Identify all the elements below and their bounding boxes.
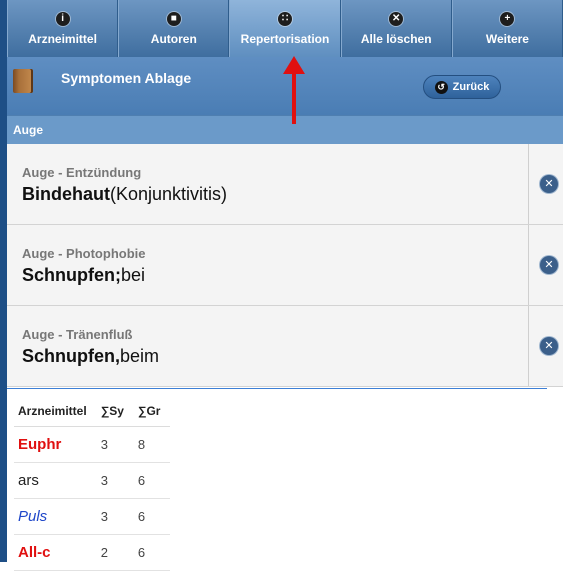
symptom-content: Auge - Entzündung Bindehaut(Konjunktivit… <box>7 144 529 224</box>
tab-autoren[interactable]: ■ Autoren <box>118 0 230 57</box>
sum-grade: 8 <box>133 426 171 463</box>
tab-repertorisation[interactable]: ∷ Repertorisation <box>229 0 341 57</box>
sum-symptoms: 3 <box>96 426 134 463</box>
symptom-keyword: Bindehaut <box>22 184 110 204</box>
column-header: Arzneimittel <box>14 396 97 427</box>
top-toolbar: i Arzneimittel ■ Autoren ∷ Repertorisati… <box>7 0 563 58</box>
left-border <box>0 0 7 562</box>
tab-label: Repertorisation <box>240 31 330 46</box>
page-title: Symptomen Ablage <box>61 70 192 86</box>
tab-arzneimittel[interactable]: i Arzneimittel <box>7 0 119 57</box>
table-row[interactable]: All-c 2 6 <box>14 534 171 571</box>
tab-weitere[interactable]: + Weitere <box>451 0 563 57</box>
sum-grade: 6 <box>133 462 171 499</box>
remedy-name[interactable]: ars <box>14 462 97 499</box>
tab-label: Alle löschen <box>360 31 432 46</box>
symptom-keyword: Schnupfen, <box>22 346 120 366</box>
remedy-name[interactable]: Puls <box>14 498 97 535</box>
column-header: ∑Gr <box>133 396 171 427</box>
tab-label: Arzneimittel <box>28 31 97 46</box>
remedy-name[interactable]: All-c <box>14 534 97 571</box>
delete-icon[interactable]: ✕ <box>540 337 558 355</box>
tab-label: Autoren <box>150 31 197 46</box>
app-frame: i Arzneimittel ■ Autoren ∷ Repertorisati… <box>0 0 563 571</box>
table-row[interactable]: ars 3 6 <box>14 462 171 499</box>
symptom-text: Schnupfen;bei <box>22 265 145 286</box>
table-row[interactable]: Euphr 3 8 <box>14 426 171 463</box>
tab-label: Weitere <box>485 31 529 46</box>
close-circle-icon: ✕ <box>389 11 404 26</box>
grid-icon: ∷ <box>278 11 292 26</box>
symptom-row[interactable]: Auge - Entzündung Bindehaut(Konjunktivit… <box>7 144 563 225</box>
remedy-table: Arzneimittel ∑Sy ∑Gr Euphr 3 8 ars 3 6 Puls 3 6 A… <box>14 396 171 571</box>
symptom-row[interactable]: Auge - Photophobie Schnupfen;bei ✕ <box>7 225 563 306</box>
divider <box>7 388 547 389</box>
sum-grade: 6 <box>133 498 171 535</box>
book-icon <box>13 69 33 93</box>
back-button-label: Zurück <box>452 81 490 93</box>
symptom-category: Auge - Photophobie <box>22 246 146 261</box>
sum-symptoms: 3 <box>96 498 134 535</box>
table-row[interactable]: Puls 3 6 <box>14 498 171 535</box>
symptom-modifier: bei <box>121 265 146 285</box>
sum-grade: 6 <box>133 534 171 571</box>
symptom-content: Auge - Tränenfluß Schnupfen,beim <box>7 306 529 386</box>
symptom-modifier: beim <box>120 346 160 366</box>
delete-icon[interactable]: ✕ <box>540 256 558 274</box>
sum-symptoms: 2 <box>96 534 134 571</box>
symptom-text: Schnupfen,beim <box>22 346 159 367</box>
symptom-modifier: (Konjunktivitis) <box>110 184 228 204</box>
red-arrow-shaft <box>292 72 296 124</box>
symptom-content: Auge - Photophobie Schnupfen;bei <box>7 225 529 305</box>
tab-alle-loeschen[interactable]: ✕ Alle löschen <box>340 0 452 57</box>
remedy-name[interactable]: Euphr <box>14 426 97 463</box>
symptom-row[interactable]: Auge - Tränenfluß Schnupfen,beim ✕ <box>7 306 563 387</box>
column-header: ∑Sy <box>96 396 134 427</box>
sum-symptoms: 3 <box>96 462 134 499</box>
symptom-category: Auge - Tränenfluß <box>22 327 133 342</box>
symptom-category: Auge - Entzündung <box>22 165 142 180</box>
info-icon: i <box>55 11 70 26</box>
symptom-keyword: Schnupfen; <box>22 265 121 285</box>
delete-icon[interactable]: ✕ <box>540 175 558 193</box>
section-header: Auge <box>7 115 563 144</box>
back-arrow-icon: ↺ <box>434 80 448 94</box>
symptom-text: Bindehaut(Konjunktivitis) <box>22 184 227 205</box>
person-icon: ■ <box>166 11 181 26</box>
table-header-row: Arzneimittel ∑Sy ∑Gr <box>14 396 171 427</box>
back-button[interactable]: ↺ Zurück <box>423 75 501 99</box>
plus-circle-icon: + <box>500 11 515 26</box>
